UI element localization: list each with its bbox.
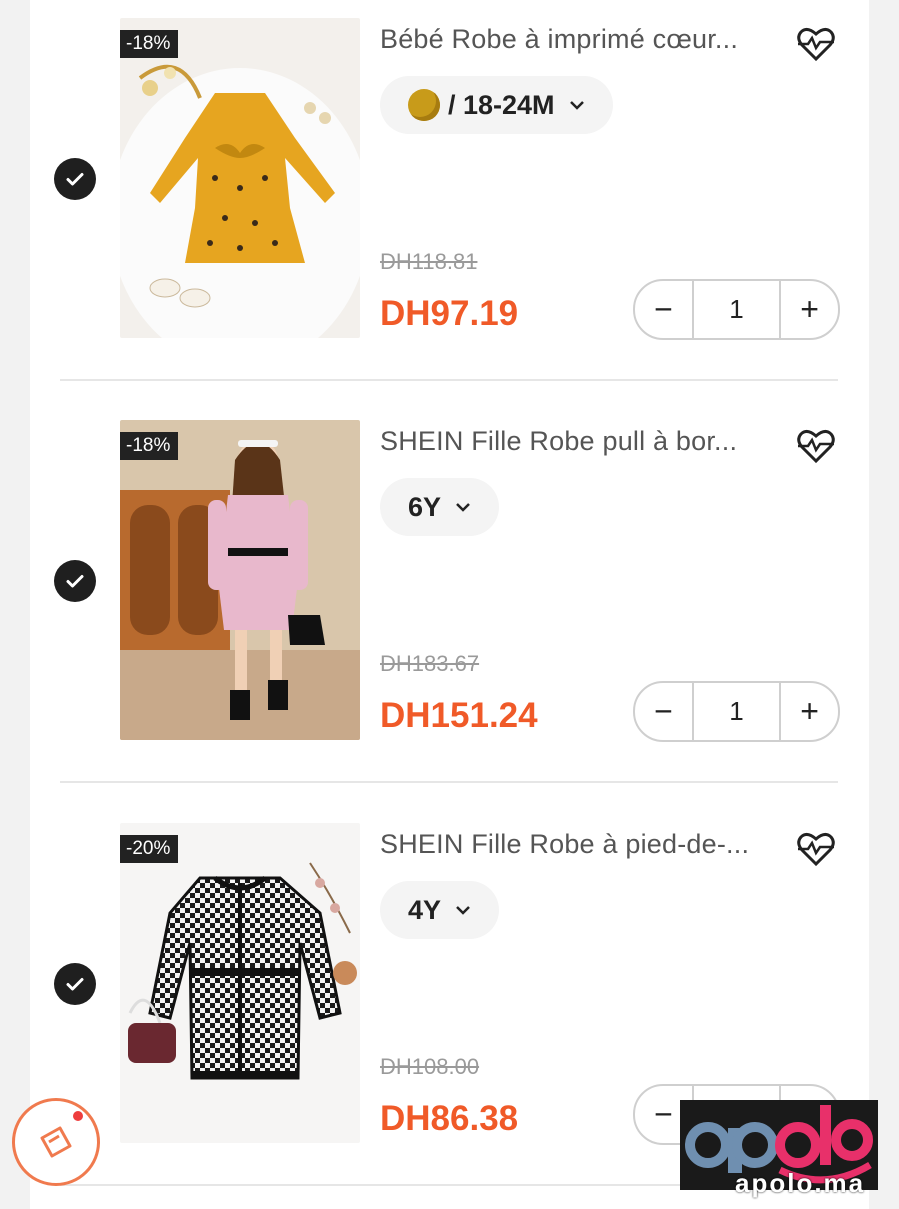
quantity-stepper: − 1 + — [633, 279, 840, 340]
original-price: DH183.67 — [380, 651, 480, 676]
select-checkbox[interactable] — [54, 963, 96, 1005]
discount-badge: -18% — [120, 30, 179, 58]
watermark-text: apolo.ma — [735, 1168, 866, 1198]
increase-button[interactable]: + — [781, 683, 838, 740]
wishlist-button[interactable] — [794, 827, 838, 871]
check-icon — [66, 575, 84, 588]
variant-label: / 18-24M — [448, 89, 555, 120]
wishlist-button[interactable] — [794, 424, 838, 468]
product-image[interactable]: -18% — [120, 420, 360, 740]
product-title[interactable]: SHEIN Fille Robe à pied-de-... — [380, 829, 770, 860]
chevron-down-icon — [456, 503, 470, 512]
coupon-button[interactable] — [12, 1098, 100, 1186]
heart-plus-icon — [797, 429, 835, 464]
product-title[interactable]: SHEIN Fille Robe pull à bor... — [380, 426, 770, 457]
variant-label: 4Y — [408, 894, 442, 925]
check-icon — [66, 978, 84, 991]
variant-selector[interactable]: 4Y — [380, 881, 500, 939]
chevron-down-icon — [456, 906, 470, 915]
divider — [60, 781, 838, 783]
chevron-down-icon — [569, 101, 584, 110]
variant-selector[interactable]: 6Y — [380, 478, 500, 536]
cart-panel: -18% Bébé Robe à imprimé cœur... / 18-24… — [30, 0, 869, 1209]
discount-badge: -20% — [120, 835, 179, 863]
quantity-value[interactable]: 1 — [691, 683, 782, 740]
decrease-button[interactable]: − — [635, 683, 692, 740]
original-price: DH108.00 — [380, 1054, 480, 1079]
wishlist-button[interactable] — [794, 22, 838, 66]
heart-plus-icon — [797, 27, 835, 62]
product-image[interactable]: -20% — [120, 823, 360, 1143]
original-price: DH118.81 — [380, 249, 478, 274]
cart-item: -18% Bébé Robe à imprimé cœur... / 18-24… — [30, 0, 869, 402]
select-checkbox[interactable] — [54, 560, 96, 602]
discount-badge: -18% — [120, 432, 179, 460]
sale-price: DH151.24 — [380, 696, 538, 735]
color-swatch — [408, 89, 440, 121]
coupon-ticket-icon — [40, 1126, 72, 1158]
heart-plus-icon — [797, 832, 835, 867]
quantity-value[interactable]: 1 — [691, 281, 782, 338]
variant-label: 6Y — [408, 491, 442, 522]
variant-selector[interactable]: / 18-24M — [380, 76, 613, 134]
cart-item: -18% SHEIN Fille Robe pull à bor... 6Y D… — [30, 402, 869, 804]
sale-price: DH86.38 — [380, 1099, 519, 1138]
check-icon — [66, 173, 84, 186]
increase-button[interactable]: + — [781, 281, 838, 338]
select-checkbox[interactable] — [54, 158, 96, 200]
product-title[interactable]: Bébé Robe à imprimé cœur... — [380, 24, 770, 55]
divider — [60, 379, 838, 381]
decrease-button[interactable]: − — [635, 281, 692, 338]
quantity-stepper: − 1 + — [633, 681, 840, 742]
sale-price: DH97.19 — [380, 294, 519, 333]
product-image[interactable]: -18% — [120, 18, 360, 338]
notification-dot — [73, 1111, 83, 1121]
